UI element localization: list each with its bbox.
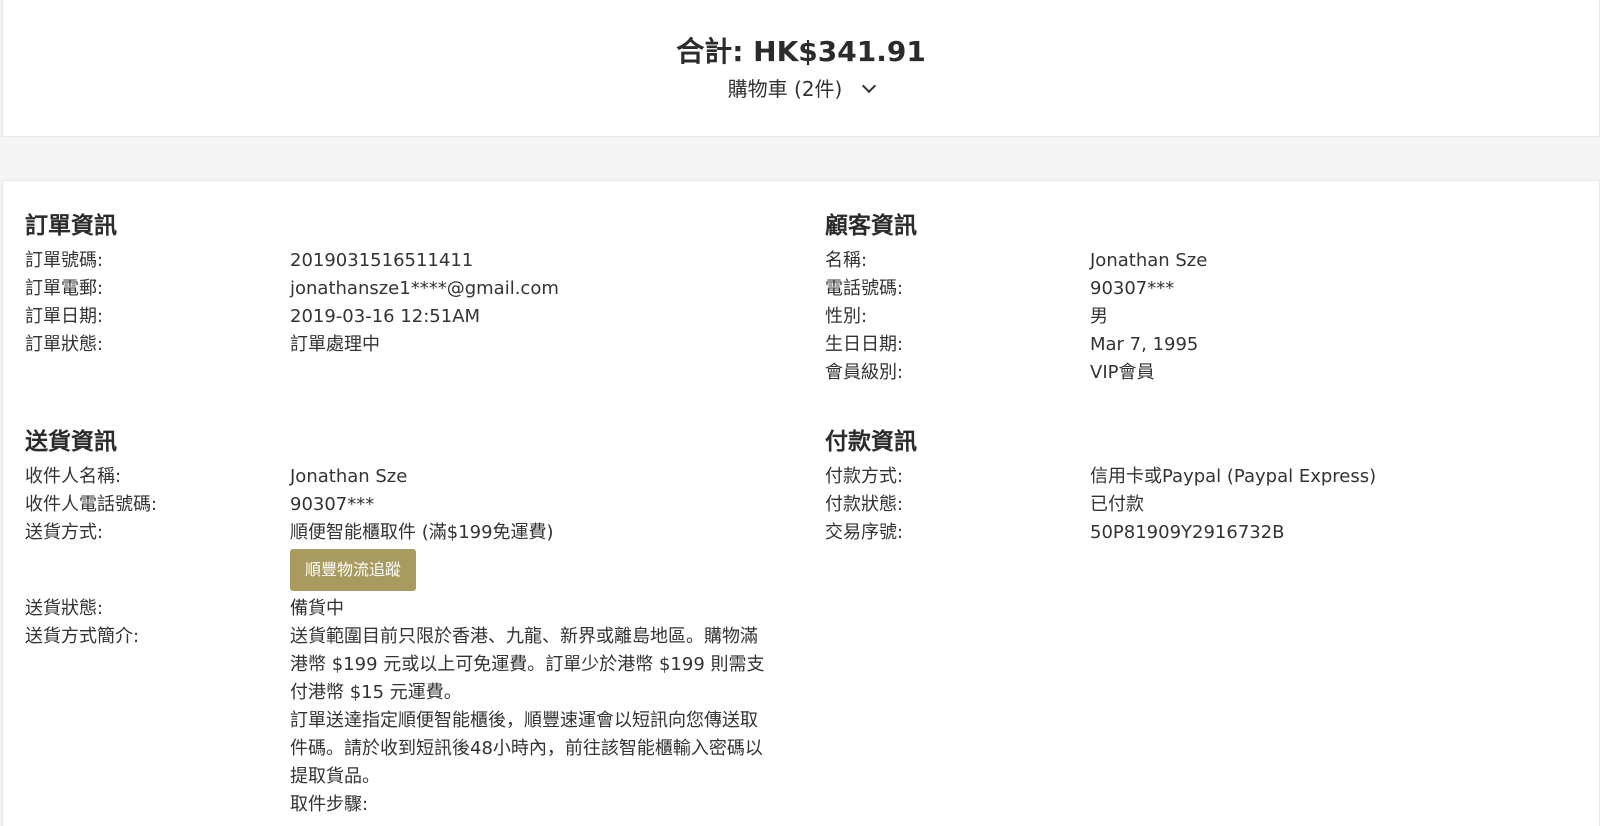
order-email-row: 訂單電郵: jonathansze1****@gmail.com	[25, 275, 805, 303]
order-number-label: 訂單號碼:	[25, 250, 104, 271]
customer-info-section: 顧客資訊 名稱: Jonathan Sze 電話號碼: 90307*** 性別:…	[825, 208, 1595, 387]
shipping-status-label: 送貨狀態:	[25, 598, 104, 619]
recipient-name-row: 收件人名稱: Jonathan Sze	[25, 463, 805, 491]
transaction-id-row: 交易序號: 50P81909Y2916732B	[825, 519, 1595, 547]
order-date-row: 訂單日期: 2019-03-16 12:51AM	[25, 303, 805, 331]
payment-status-value: 已付款	[1090, 494, 1144, 515]
order-date-value: 2019-03-16 12:51AM	[290, 306, 481, 327]
shipping-status-value: 備貨中	[290, 598, 344, 619]
order-status-row: 訂單狀態: 訂單處理中	[25, 331, 805, 359]
customer-membership-value: VIP會員	[1090, 362, 1155, 383]
shipping-method-row: 送貨方式: 順便智能櫃取件 (滿$199免運費) 順豐物流追蹤	[25, 519, 805, 595]
shipping-description-paragraph: 送貨範圍目前只限於香港、九龍、新界或離島地區。購物滿港幣 $199 元或以上可免…	[290, 626, 765, 703]
payment-info-section: 付款資訊 付款方式: 信用卡或Paypal (Paypal Express) 付…	[825, 424, 1595, 547]
shipping-status-row: 送貨狀態: 備貨中	[25, 595, 805, 623]
shipping-info-title: 送貨資訊	[25, 429, 117, 455]
customer-birthday-row: 生日日期: Mar 7, 1995	[825, 331, 1595, 359]
recipient-name-label: 收件人名稱:	[25, 466, 122, 487]
customer-info-title: 顧客資訊	[825, 213, 917, 239]
customer-name-label: 名稱:	[825, 250, 868, 271]
customer-gender-row: 性別: 男	[825, 303, 1595, 331]
sf-tracking-button[interactable]: 順豐物流追蹤	[290, 549, 417, 591]
chevron-down-icon	[862, 78, 877, 94]
order-date-label: 訂單日期:	[25, 306, 104, 327]
order-number-value: 2019031516511411	[290, 250, 474, 271]
customer-gender-label: 性別:	[825, 306, 868, 327]
shipping-method-label: 送貨方式:	[25, 522, 104, 543]
customer-membership-row: 會員級別: VIP會員	[825, 359, 1595, 387]
order-status-value: 訂單處理中	[290, 334, 380, 355]
customer-birthday-value: Mar 7, 1995	[1090, 334, 1199, 355]
customer-phone-value: 90307***	[1090, 278, 1175, 299]
payment-info-title: 付款資訊	[825, 429, 917, 455]
order-total: 合計: HK$341.91	[676, 35, 926, 68]
shipping-description-row: 送貨方式簡介: 送貨範圍目前只限於香港、九龍、新界或離島地區。購物滿港幣 $19…	[25, 623, 805, 819]
transaction-id-label: 交易序號:	[825, 522, 904, 543]
shipping-info-section: 送貨資訊 收件人名稱: Jonathan Sze 收件人電話號碼: 90307*…	[25, 424, 805, 819]
cart-toggle-button[interactable]: 購物車 (2件)	[3, 73, 1599, 102]
shipping-description-paragraph: 訂單送達指定順便智能櫃後，順豐速運會以短訊向您傳送取件碼。請於收到短訊後48小時…	[290, 710, 763, 787]
customer-name-value: Jonathan Sze	[1090, 250, 1208, 271]
customer-gender-value: 男	[1090, 306, 1108, 327]
customer-phone-label: 電話號碼:	[825, 278, 904, 299]
recipient-phone-label: 收件人電話號碼:	[25, 494, 158, 515]
order-number-row: 訂單號碼: 2019031516511411	[25, 247, 805, 275]
order-email-value: jonathansze1****@gmail.com	[290, 278, 559, 299]
order-info-section: 訂單資訊 訂單號碼: 2019031516511411 訂單電郵: jonath…	[25, 208, 805, 359]
payment-status-label: 付款狀態:	[825, 494, 904, 515]
order-status-label: 訂單狀態:	[25, 334, 104, 355]
payment-method-row: 付款方式: 信用卡或Paypal (Paypal Express)	[825, 463, 1595, 491]
customer-birthday-label: 生日日期:	[825, 334, 904, 355]
order-email-label: 訂單電郵:	[25, 278, 104, 299]
recipient-name-value: Jonathan Sze	[290, 466, 408, 487]
order-info-title: 訂單資訊	[25, 213, 117, 239]
recipient-phone-value: 90307***	[290, 494, 375, 515]
order-detail-panel: 訂單資訊 訂單號碼: 2019031516511411 訂單電郵: jonath…	[2, 180, 1600, 826]
recipient-phone-row: 收件人電話號碼: 90307***	[25, 491, 805, 519]
customer-name-row: 名稱: Jonathan Sze	[825, 247, 1595, 275]
transaction-id-value: 50P81909Y2916732B	[1090, 522, 1285, 543]
payment-method-label: 付款方式:	[825, 466, 904, 487]
payment-status-row: 付款狀態: 已付款	[825, 491, 1595, 519]
payment-method-value: 信用卡或Paypal (Paypal Express)	[1090, 466, 1377, 487]
cart-label: 購物車 (2件)	[727, 77, 843, 101]
customer-phone-row: 電話號碼: 90307***	[825, 275, 1595, 303]
order-summary-panel: 合計: HK$341.91 購物車 (2件)	[2, 0, 1600, 137]
customer-membership-label: 會員級別:	[825, 362, 904, 383]
shipping-description-label: 送貨方式簡介:	[25, 626, 140, 647]
pickup-steps-heading: 取件步驟:	[290, 794, 369, 815]
shipping-method-value: 順便智能櫃取件 (滿$199免運費)	[290, 522, 554, 543]
